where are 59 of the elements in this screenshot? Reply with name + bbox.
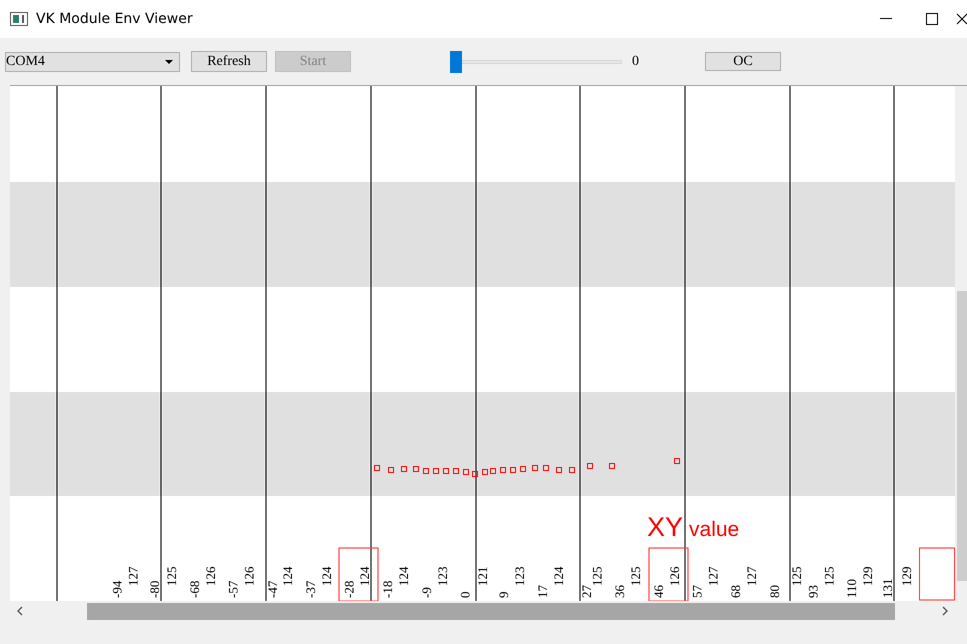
- y-value-label: 129: [860, 566, 876, 586]
- x-value-label: 57: [690, 585, 705, 598]
- oc-button[interactable]: OC: [705, 52, 781, 71]
- y-value-label: 127: [744, 566, 760, 586]
- x-value-label: 110: [844, 578, 860, 598]
- y-value-label: 124: [357, 566, 372, 586]
- refresh-button[interactable]: Refresh: [191, 51, 267, 72]
- x-value-label: -57: [226, 580, 240, 598]
- x-value-label: 17: [534, 585, 550, 598]
- y-value-label: 125: [628, 566, 644, 586]
- x-value-label: -9: [418, 587, 434, 598]
- maximize-icon[interactable]: [926, 13, 938, 25]
- y-value-label: 126: [666, 566, 682, 586]
- x-value-label: 27: [579, 585, 594, 598]
- y-value-label: 126: [242, 566, 256, 586]
- x-value-label: -94: [110, 580, 124, 598]
- y-value-label: 123: [434, 566, 450, 586]
- y-value-label: 124: [318, 566, 334, 586]
- annotation-text: XY value: [647, 512, 740, 542]
- x-value-label: -37: [302, 580, 318, 598]
- scrollbar-thumb[interactable]: [87, 602, 895, 620]
- x-value-label: 36: [612, 585, 628, 598]
- port-dropdown[interactable]: COM4: [5, 52, 180, 72]
- y-value-label: 129: [898, 566, 914, 586]
- minimize-icon[interactable]: [880, 18, 892, 20]
- close-icon[interactable]: [955, 13, 967, 25]
- x-value-label: 9: [496, 592, 512, 598]
- x-value-label: 68: [728, 585, 744, 598]
- highlight-box: [648, 548, 688, 601]
- x-value-label: 93: [806, 585, 821, 598]
- window-title: VK Module Env Viewer: [36, 11, 193, 27]
- x-value-label: 0: [458, 592, 473, 598]
- x-value-label: -47: [265, 580, 280, 598]
- highlight-box: [919, 548, 955, 600]
- x-value-label: -28: [342, 580, 357, 598]
- slider-value: 0: [632, 54, 640, 70]
- y-value-label: 125: [164, 566, 180, 586]
- y-value-label: 127: [706, 566, 721, 586]
- x-value-label: 131: [880, 578, 895, 598]
- x-value-label: -80: [147, 580, 162, 598]
- x-value-label: 80: [766, 585, 782, 598]
- x-value-label: -68: [186, 580, 202, 598]
- y-value-label: 124: [280, 566, 296, 586]
- y-value-label: 125: [789, 566, 804, 586]
- slider[interactable]: [450, 50, 622, 72]
- y-value-label: 124: [396, 566, 412, 586]
- y-value-label: 127: [126, 566, 140, 586]
- caret-icon: [165, 60, 173, 64]
- y-value-label: 123: [512, 566, 528, 586]
- y-value-label: 125: [590, 566, 605, 586]
- y-value-label: 124: [550, 566, 566, 586]
- x-value-label: 46: [650, 585, 666, 598]
- y-value-label: 125: [822, 566, 837, 586]
- highlight-box: [338, 548, 378, 601]
- slider-thumb[interactable]: [450, 50, 462, 72]
- y-value-label: 126: [202, 566, 218, 586]
- app-icon: [10, 12, 28, 26]
- x-value-label: -18: [380, 580, 396, 598]
- y-value-label: 121: [475, 566, 490, 586]
